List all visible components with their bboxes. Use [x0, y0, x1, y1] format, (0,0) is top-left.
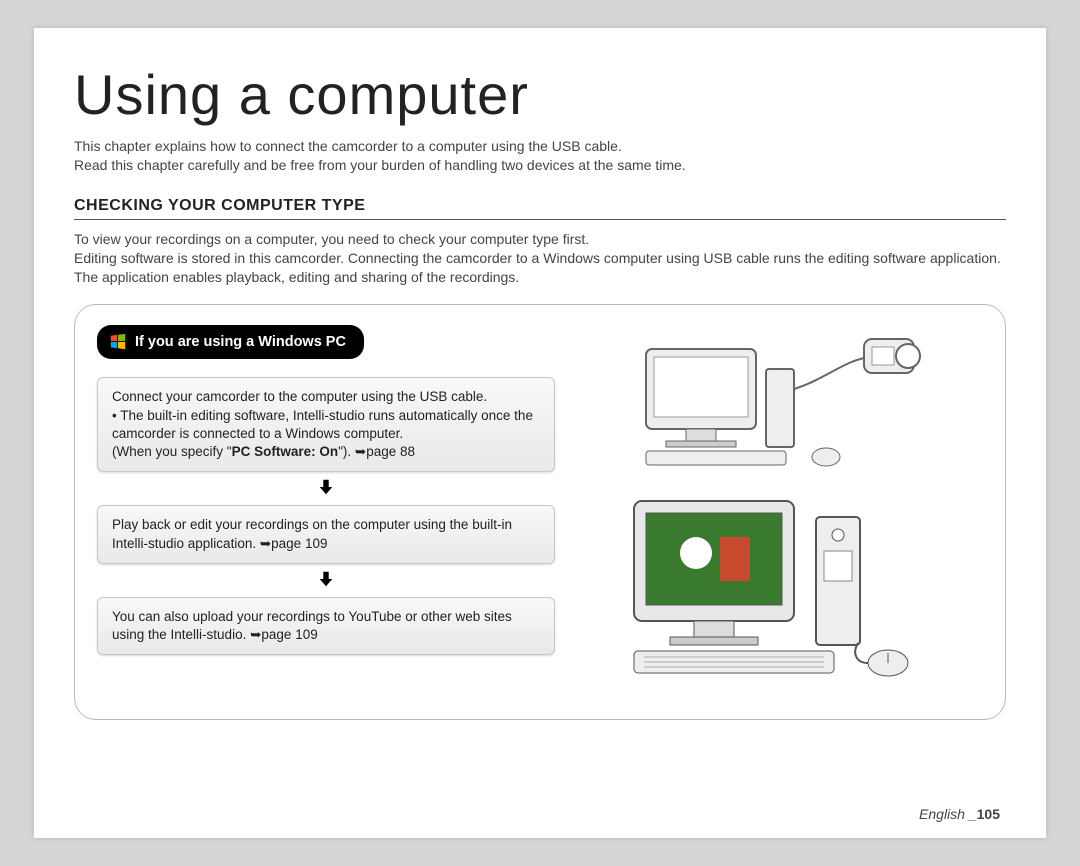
windows-pc-pill: If you are using a Windows PC [97, 325, 364, 359]
page-ref-arrow-icon: ➥ [250, 627, 261, 642]
arrow-down-icon [317, 478, 335, 499]
arrow-down-icon [317, 570, 335, 591]
step-1-pageref: page 88 [366, 444, 415, 459]
step-1-line-b: • The built-in editing software, Intelli… [112, 407, 540, 462]
intro-line-1: This chapter explains how to connect the… [74, 137, 1006, 156]
panel-right [569, 325, 983, 691]
footer-language: English [919, 806, 969, 822]
section-body-line-2: Editing software is stored in this camco… [74, 249, 1006, 287]
instruction-panel: If you are using a Windows PC Connect yo… [74, 304, 1006, 720]
manual-page: Using a computer This chapter explains h… [34, 28, 1046, 838]
section-body: To view your recordings on a computer, y… [74, 230, 1006, 287]
page-footer: English _105 [919, 806, 1000, 822]
step-1-line-a: Connect your camcorder to the computer u… [112, 388, 540, 406]
page-ref-arrow-icon: ➥ [355, 444, 366, 459]
step-2-pageref: page 109 [271, 536, 327, 551]
panel-left: If you are using a Windows PC Connect yo… [97, 325, 555, 691]
pill-label: If you are using a Windows PC [135, 334, 346, 350]
windows-logo-icon [109, 333, 127, 351]
step-3: You can also upload your recordings to Y… [97, 597, 555, 655]
page-title: Using a computer [74, 62, 1006, 127]
illustration-camcorder-to-pc [577, 329, 975, 469]
footer-page-number: 105 [977, 806, 1000, 822]
step-2: Play back or edit your recordings on the… [97, 505, 555, 563]
page-ref-arrow-icon: ➥ [260, 536, 271, 551]
intro-line-2: Read this chapter carefully and be free … [74, 156, 1006, 175]
step-3-pageref: page 109 [261, 627, 317, 642]
illustration-pc-playback [577, 487, 975, 687]
section-heading: CHECKING YOUR COMPUTER TYPE [74, 197, 1006, 220]
intro-text: This chapter explains how to connect the… [74, 137, 1006, 175]
section-body-line-1: To view your recordings on a computer, y… [74, 230, 1006, 249]
step-1: Connect your camcorder to the computer u… [97, 377, 555, 472]
